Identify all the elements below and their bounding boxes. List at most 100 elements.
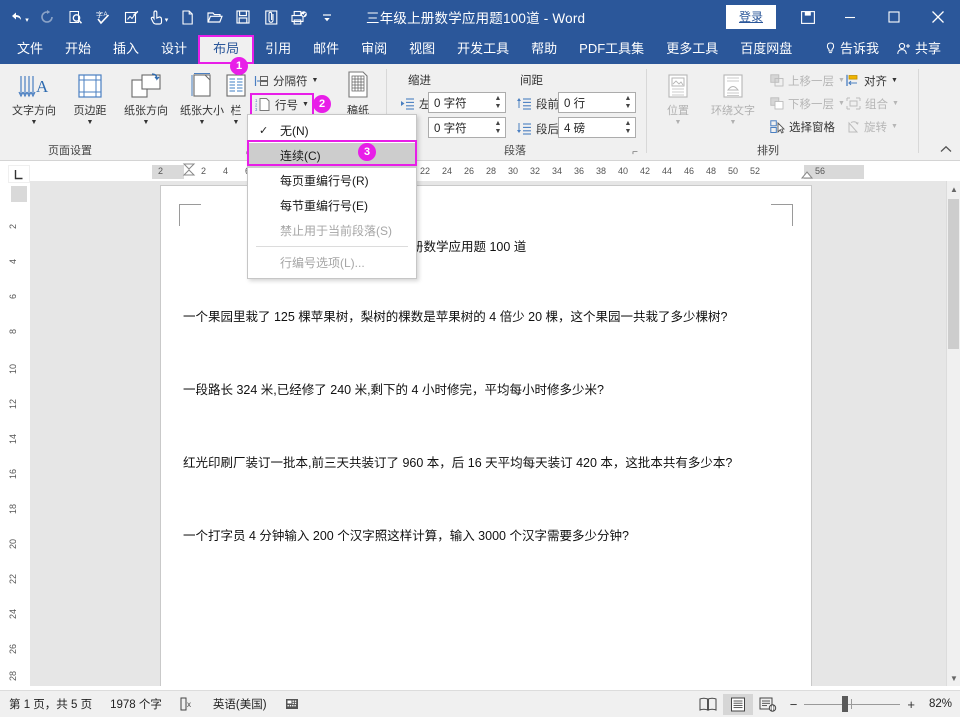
vertical-scrollbar[interactable]: ▲ ▼ bbox=[946, 181, 960, 686]
collapse-ribbon-icon[interactable] bbox=[940, 145, 952, 157]
spinner-arrows[interactable]: ▲▼ bbox=[491, 118, 505, 137]
proofing-errors-icon[interactable]: x bbox=[171, 697, 204, 711]
language-indicator[interactable]: 英语(美国) bbox=[204, 696, 276, 712]
tab-home[interactable]: 开始 bbox=[54, 34, 102, 64]
indent-right-input[interactable]: 0 字符 ▲▼ bbox=[428, 117, 506, 138]
tab-file[interactable]: 文件 bbox=[6, 34, 54, 64]
zoom-slider-thumb[interactable] bbox=[842, 696, 848, 712]
chevron-down-icon[interactable]: ▼ bbox=[730, 119, 737, 127]
ribbon-display-options-icon[interactable] bbox=[788, 0, 828, 34]
open-icon[interactable] bbox=[202, 4, 228, 30]
chevron-down-icon[interactable]: ▼ bbox=[891, 123, 898, 130]
tab-references[interactable]: 引用 bbox=[254, 34, 302, 64]
indent-left-input[interactable]: 0 字符 ▲▼ bbox=[428, 92, 506, 113]
spacing-after-input[interactable]: 4 磅 ▲▼ bbox=[558, 117, 636, 138]
undo-icon[interactable]: ▾ bbox=[6, 4, 32, 30]
first-line-indent-marker[interactable] bbox=[181, 163, 197, 181]
customize-qat-icon[interactable] bbox=[314, 4, 340, 30]
print-layout-icon[interactable] bbox=[723, 694, 753, 715]
ribbon-button-selection-pane[interactable]: 选择窗格 bbox=[766, 116, 839, 137]
touch-mouse-mode-icon[interactable]: ▾ bbox=[146, 4, 172, 30]
tab-design[interactable]: 设计 bbox=[150, 34, 198, 64]
accessibility-icon[interactable] bbox=[276, 697, 309, 711]
tab-baidu-netdisk[interactable]: 百度网盘 bbox=[729, 34, 803, 64]
menu-item-restart-each-page[interactable]: 每页重编行号(R) bbox=[248, 168, 416, 193]
document-canvas[interactable]: 三年级上册数学应用题 100 道 一个果园里栽了 125 棵苹果树，梨树的棵数是… bbox=[30, 181, 954, 686]
close-icon[interactable] bbox=[916, 0, 960, 34]
chevron-down-icon[interactable]: ▼ bbox=[31, 119, 38, 127]
new-document-icon[interactable] bbox=[174, 4, 200, 30]
chevron-down-icon[interactable]: ▼ bbox=[312, 77, 319, 84]
ribbon-button-margins[interactable]: 页边距 ▼ bbox=[62, 68, 118, 127]
menu-item-none[interactable]: ✓ 无(N) bbox=[248, 118, 416, 143]
ribbon-button-align[interactable]: 对齐 ▼ bbox=[842, 70, 902, 91]
spinner-arrows[interactable]: ▲▼ bbox=[491, 93, 505, 112]
page-indicator[interactable]: 第 1 页，共 5 页 bbox=[0, 696, 101, 712]
save-icon[interactable] bbox=[230, 4, 256, 30]
tab-mailings[interactable]: 邮件 bbox=[302, 34, 350, 64]
spinner-arrows[interactable]: ▲▼ bbox=[621, 118, 635, 137]
tab-help[interactable]: 帮助 bbox=[520, 34, 568, 64]
menu-item-continuous[interactable]: 连续(C) bbox=[248, 143, 416, 168]
vruler-tick: 20 bbox=[8, 539, 30, 549]
horizontal-ruler[interactable]: 2 2 4 6 8 10 12 14 16 18 20 22 24 26 28 … bbox=[40, 163, 920, 181]
share-button[interactable]: 共享 bbox=[888, 34, 950, 64]
ribbon-button-group[interactable]: 组合 ▼ bbox=[842, 93, 903, 114]
chevron-down-icon[interactable]: ▼ bbox=[87, 119, 94, 127]
chevron-down-icon[interactable]: ▼ bbox=[233, 119, 240, 127]
maximize-icon[interactable] bbox=[872, 0, 916, 34]
read-mode-icon[interactable] bbox=[693, 694, 723, 715]
chevron-down-icon[interactable]: ▼ bbox=[892, 100, 899, 107]
spelling-check-icon[interactable]: 字A bbox=[90, 4, 116, 30]
tab-developer[interactable]: 开发工具 bbox=[446, 34, 520, 64]
ribbon-button-wrap-text[interactable]: 环绕文字 ▼ bbox=[702, 68, 764, 127]
minimize-icon[interactable] bbox=[828, 0, 872, 34]
zoom-level[interactable]: 82% bbox=[922, 698, 952, 710]
chevron-down-icon[interactable]: ▼ bbox=[143, 119, 150, 127]
tab-pdf-tools[interactable]: PDF工具集 bbox=[568, 34, 655, 64]
zoom-in-button[interactable]: + bbox=[900, 697, 922, 712]
chevron-down-icon[interactable]: ▼ bbox=[199, 119, 206, 127]
zoom-slider[interactable] bbox=[804, 696, 900, 712]
ribbon-button-orientation[interactable]: 纸张方向 ▼ bbox=[118, 68, 174, 127]
chevron-down-icon[interactable]: ▼ bbox=[302, 101, 309, 108]
ribbon-button-breaks[interactable]: 分隔符 ▼ bbox=[250, 70, 322, 91]
menu-item-line-numbering-options[interactable]: 行编号选项(L)... bbox=[248, 250, 416, 275]
spacing-before-input[interactable]: 0 行 ▲▼ bbox=[558, 92, 636, 113]
menu-item-suppress-current-paragraph[interactable]: 禁止用于当前段落(S) bbox=[248, 218, 416, 243]
zoom-out-button[interactable]: − bbox=[783, 697, 805, 712]
paragraph-dialog-launcher[interactable]: ⌐ bbox=[632, 147, 638, 158]
print-preview-icon[interactable] bbox=[62, 4, 88, 30]
ribbon-button-bring-forward[interactable]: 上移一层 ▼ bbox=[766, 70, 849, 91]
tell-me-button[interactable]: 告诉我 bbox=[816, 34, 888, 64]
spinner-arrows[interactable]: ▲▼ bbox=[621, 93, 635, 112]
chevron-down-icon[interactable]: ▼ bbox=[891, 77, 898, 84]
redo-icon[interactable] bbox=[34, 4, 60, 30]
tab-review[interactable]: 审阅 bbox=[350, 34, 398, 64]
tab-view[interactable]: 视图 bbox=[398, 34, 446, 64]
tab-stop-left-icon[interactable] bbox=[8, 165, 30, 183]
chevron-down-icon[interactable]: ▼ bbox=[675, 119, 682, 127]
scrollbar-thumb[interactable] bbox=[948, 199, 959, 349]
hruler-tick: 52 bbox=[750, 166, 760, 176]
edit-mode-icon[interactable] bbox=[118, 4, 144, 30]
ribbon-button-manuscript[interactable]: 稿纸 bbox=[330, 68, 386, 118]
sign-in-button[interactable]: 登录 bbox=[726, 5, 776, 29]
menu-item-restart-each-section[interactable]: 每节重编行号(E) bbox=[248, 193, 416, 218]
tab-insert[interactable]: 插入 bbox=[102, 34, 150, 64]
scroll-up-arrow[interactable]: ▲ bbox=[947, 181, 960, 197]
ribbon-button-rotate[interactable]: 旋转 ▼ bbox=[842, 116, 902, 137]
right-indent-marker[interactable] bbox=[799, 170, 815, 181]
quick-print-icon[interactable] bbox=[286, 4, 312, 30]
rotate-label: 旋转 bbox=[864, 119, 887, 135]
scroll-down-arrow[interactable]: ▼ bbox=[947, 670, 960, 686]
web-layout-icon[interactable] bbox=[753, 694, 783, 715]
ribbon-button-send-backward[interactable]: 下移一层 ▼ bbox=[766, 93, 849, 114]
ribbon-button-text-direction[interactable]: A 文字方向 ▼ bbox=[6, 68, 62, 127]
vertical-ruler[interactable]: 2 4 6 8 10 12 14 16 18 20 22 24 26 28 bbox=[8, 186, 30, 682]
attachment-icon[interactable] bbox=[258, 4, 284, 30]
tab-more-tools[interactable]: 更多工具 bbox=[655, 34, 729, 64]
ribbon-button-position[interactable]: 位置 ▼ bbox=[650, 68, 706, 127]
ribbon-button-line-numbers[interactable]: 123 行号 ▼ bbox=[250, 93, 314, 116]
word-count[interactable]: 1978 个字 bbox=[101, 696, 171, 712]
